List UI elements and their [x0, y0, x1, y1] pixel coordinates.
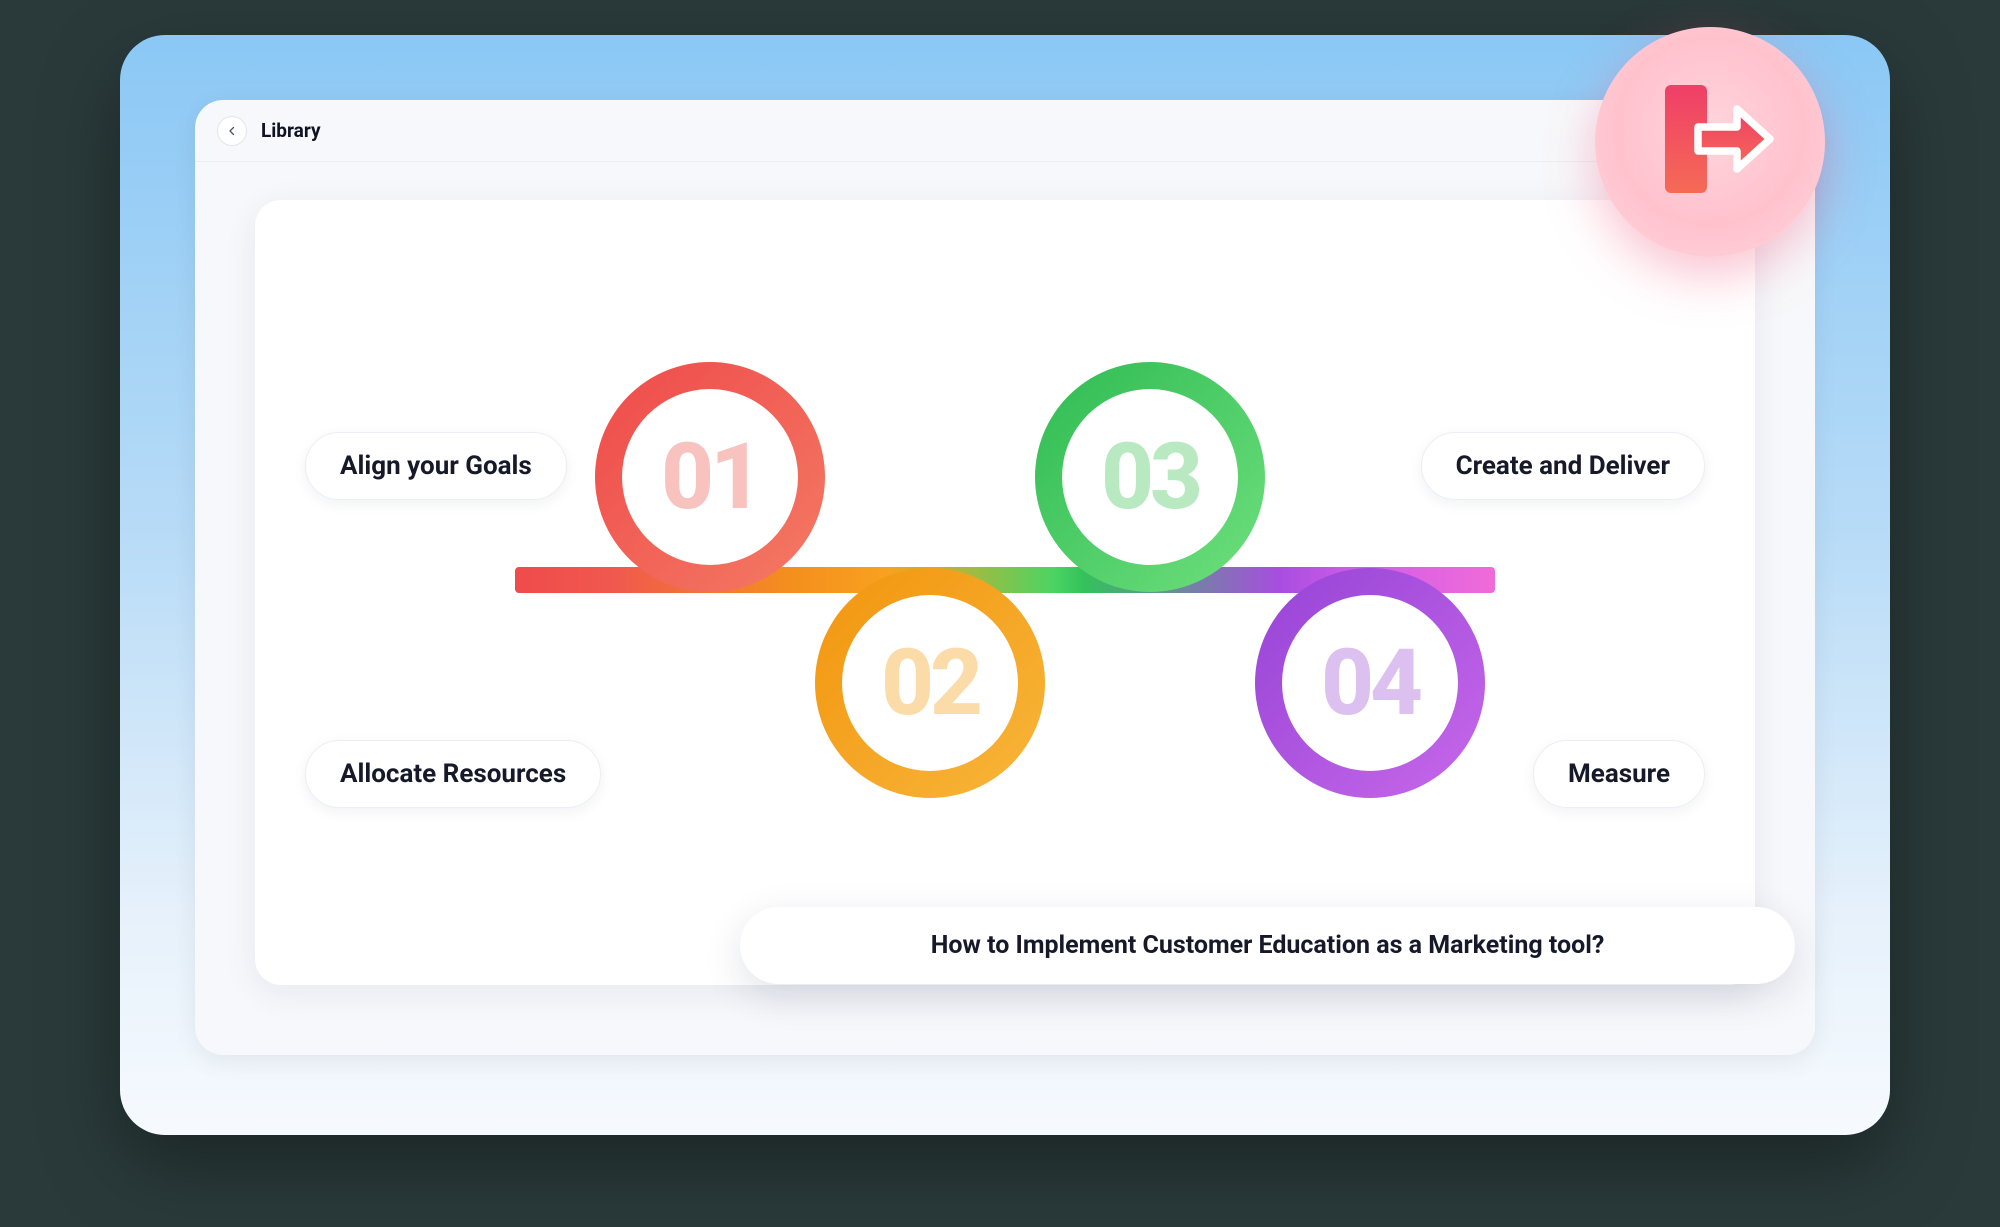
step-circle-1: 01 [595, 362, 825, 592]
back-button[interactable] [217, 116, 247, 146]
step-circle-2: 02 [815, 568, 1045, 798]
step-circle-4: 04 [1255, 568, 1485, 798]
step-number: 04 [1321, 630, 1419, 737]
topbar: Library [195, 100, 1815, 162]
step-number: 02 [881, 630, 979, 737]
step-label-4[interactable]: Measure [1533, 740, 1705, 808]
step-label-2[interactable]: Allocate Resources [305, 740, 601, 808]
step-label-3[interactable]: Create and Deliver [1421, 432, 1705, 500]
step-label-1[interactable]: Align your Goals [305, 432, 567, 500]
chevron-left-icon [226, 125, 238, 137]
step-circle-3: 03 [1035, 362, 1265, 592]
question-bar[interactable]: How to Implement Customer Education as a… [740, 907, 1795, 984]
diagram-canvas: 01 02 03 04 Align your Goals Allocate Re… [255, 200, 1755, 985]
step-number: 01 [661, 424, 759, 531]
app-frame: Library 01 02 03 04 Align your Go [120, 35, 1890, 1135]
breadcrumb[interactable]: Library [261, 119, 321, 142]
step-number: 03 [1101, 424, 1199, 531]
export-badge[interactable] [1595, 27, 1825, 257]
export-arrow-icon [1635, 67, 1785, 217]
